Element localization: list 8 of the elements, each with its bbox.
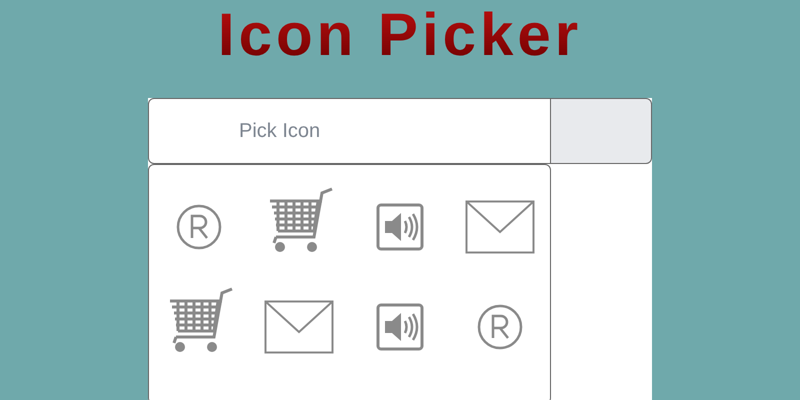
speaker-icon[interactable] [376,303,424,351]
registered-icon[interactable] [476,303,524,351]
envelope-icon[interactable] [464,200,535,254]
speaker-icon[interactable] [376,203,424,251]
icon-input-field[interactable]: Pick Icon [148,98,551,164]
envelope-icon[interactable] [264,300,334,354]
registered-icon[interactable] [175,203,224,251]
dropdown-button[interactable] [551,98,652,164]
